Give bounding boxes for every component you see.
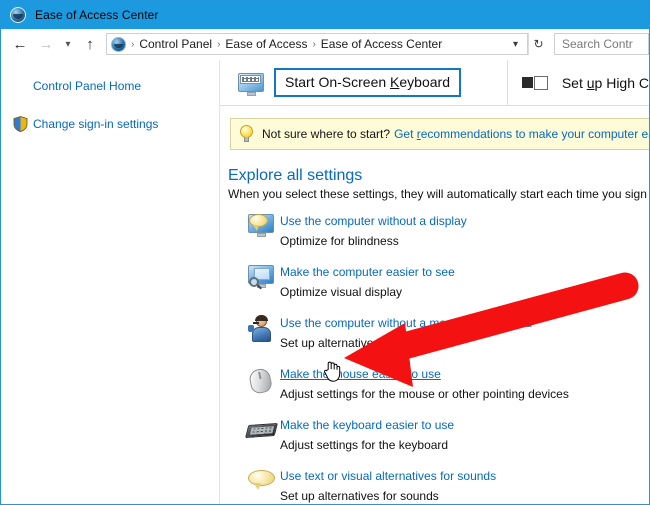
breadcrumb-separator: › — [212, 39, 225, 50]
hc-accel-key: u — [587, 75, 595, 91]
setting-subtitle: Adjust settings for the keyboard — [280, 436, 454, 454]
window-body: Control Panel Home Change sign-in settin… — [1, 60, 649, 505]
on-screen-keyboard-icon — [236, 71, 264, 95]
list-item[interactable]: Make the computer easier to see Optimize… — [246, 262, 649, 301]
set-up-high-contrast-cell[interactable]: Set up High C — [507, 60, 649, 106]
setting-subtitle: Optimize visual display — [280, 283, 455, 301]
breadcrumb-item-control-panel[interactable]: Control Panel — [139, 37, 212, 51]
setting-subtitle: Set up alternative input devices — [280, 334, 532, 352]
osk-label-before: Start On-Screen — [285, 74, 390, 90]
monitor-magnifier-icon — [246, 263, 280, 295]
explore-all-settings-section: Explore all settings When you select the… — [228, 166, 649, 201]
navigation-bar: ← → ▾ ↑ › Control Panel › Ease of Access… — [1, 29, 649, 60]
sidebar-item-control-panel-home[interactable]: Control Panel Home — [1, 78, 219, 96]
search-placeholder: Search Contr — [562, 37, 633, 51]
osk-accel-key: K — [390, 74, 399, 90]
setting-subtitle: Set up alternatives for sounds — [280, 487, 496, 505]
tip-text: Not sure where to start? — [262, 127, 390, 141]
address-bar-ease-of-access-icon — [111, 37, 126, 52]
high-contrast-icon — [522, 75, 550, 91]
tip-link-before: Get — [394, 127, 417, 141]
lightbulb-icon — [240, 125, 253, 143]
ease-of-access-icon — [10, 7, 26, 23]
setting-link[interactable]: Use text or visual alternatives for soun… — [280, 468, 496, 484]
hc-label-before: Set — [562, 75, 587, 91]
setting-link[interactable]: Make the keyboard easier to use — [280, 417, 454, 433]
breadcrumb-item-ease-of-access[interactable]: Ease of Access — [225, 37, 307, 51]
chevron-down-icon[interactable]: ▾ — [59, 31, 77, 57]
breadcrumb-item-ease-of-access-center[interactable]: Ease of Access Center — [321, 37, 442, 51]
start-on-screen-keyboard-button[interactable]: Start On-Screen Keyboard — [274, 68, 461, 97]
monitor-speech-bubble-icon — [246, 212, 280, 244]
list-item[interactable]: Use text or visual alternatives for soun… — [246, 466, 649, 505]
breadcrumb-separator: › — [126, 39, 139, 50]
shield-icon — [13, 116, 33, 137]
setting-link[interactable]: Make the computer easier to see — [280, 264, 455, 280]
explore-description: When you select these settings, they wil… — [228, 187, 649, 201]
speech-bubble-icon — [246, 467, 280, 499]
sidebar-item-label: Change sign-in settings — [33, 116, 158, 132]
sidebar-item-label: Control Panel Home — [13, 78, 141, 94]
forward-arrow-icon[interactable]: → — [33, 31, 59, 57]
breadcrumb-separator: › — [307, 39, 320, 50]
tip-link-after: ecommendations to make your computer eas — [421, 127, 649, 141]
list-item[interactable]: Use the computer without a display Optim… — [246, 211, 649, 250]
setting-link[interactable]: Use the computer without a display — [280, 213, 467, 229]
search-input[interactable]: Search Contr — [554, 33, 649, 55]
setting-link[interactable]: Use the computer without a mouse or keyb… — [280, 315, 532, 331]
hc-label-after: p High C — [595, 75, 649, 91]
setting-subtitle: Optimize for blindness — [280, 232, 467, 250]
chevron-down-icon[interactable]: ▾ — [509, 39, 525, 50]
set-up-high-contrast-label: Set up High C — [562, 75, 649, 91]
sidebar: Control Panel Home Change sign-in settin… — [1, 60, 219, 505]
keyboard-icon — [246, 416, 280, 448]
back-arrow-icon[interactable]: ← — [7, 31, 33, 57]
quick-access-strip: Start On-Screen Keyboard Set up High C — [220, 60, 649, 106]
sidebar-item-change-sign-in-settings[interactable]: Change sign-in settings — [1, 116, 219, 137]
refresh-icon[interactable]: ↻ — [528, 33, 548, 55]
ease-of-access-center-window: Ease of Access Center ← → ▾ ↑ › Control … — [0, 0, 650, 505]
window-title: Ease of Access Center — [35, 8, 159, 22]
osk-label-after: eyboard — [399, 74, 450, 90]
breadcrumb[interactable]: › Control Panel › Ease of Access › Ease … — [106, 33, 528, 55]
settings-list: Use the computer without a display Optim… — [220, 211, 649, 505]
up-arrow-icon[interactable]: ↑ — [77, 31, 103, 57]
list-item[interactable]: Make the keyboard easier to use Adjust s… — [246, 415, 649, 454]
list-item[interactable]: Make the mouse easier to use Adjust sett… — [246, 364, 649, 403]
content-panel: Start On-Screen Keyboard Set up High C — [219, 60, 649, 505]
start-on-screen-keyboard-cell: Start On-Screen Keyboard — [220, 60, 461, 106]
mouse-icon — [246, 365, 280, 397]
setting-subtitle: Adjust settings for the mouse or other p… — [280, 385, 569, 403]
list-item[interactable]: Use the computer without a mouse or keyb… — [246, 313, 649, 352]
title-bar: Ease of Access Center — [1, 1, 649, 29]
person-headset-icon — [246, 314, 280, 346]
get-recommendations-link[interactable]: Get recommendations to make your compute… — [394, 127, 649, 141]
recommendation-tip-bar: Not sure where to start? Get recommendat… — [230, 118, 649, 150]
setting-link[interactable]: Make the mouse easier to use — [280, 366, 441, 382]
page-title: Explore all settings — [228, 166, 649, 185]
